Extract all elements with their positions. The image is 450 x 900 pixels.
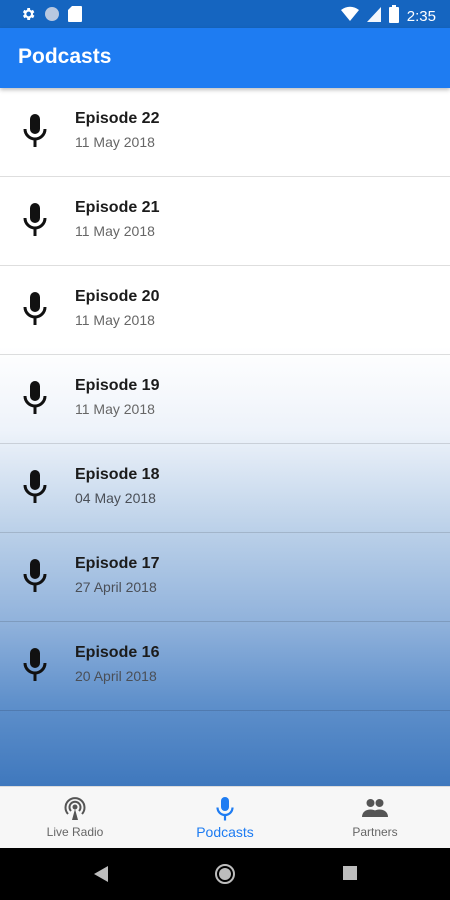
microphone-icon: [22, 648, 48, 682]
episode-title: Episode 22: [75, 110, 160, 127]
wifi-icon: [340, 6, 359, 27]
microphone-icon: [22, 470, 48, 504]
nav-label: Live Radio: [46, 825, 104, 839]
episode-date: 04 May 2018: [75, 490, 156, 506]
episode-title: Episode 20: [75, 288, 160, 305]
gear-icon: [20, 6, 36, 27]
list-item[interactable]: Episode 20 11 May 2018: [0, 266, 450, 355]
home-icon[interactable]: [214, 863, 236, 890]
episode-date: 11 May 2018: [75, 134, 155, 150]
circle-icon: [44, 6, 60, 27]
list-item[interactable]: Episode 22 11 May 2018: [0, 88, 450, 177]
list-item[interactable]: Episode 18 04 May 2018: [0, 444, 450, 533]
episode-title: Episode 19: [75, 377, 160, 394]
app-bar: Podcasts: [0, 28, 450, 88]
episode-date: 11 May 2018: [75, 312, 155, 328]
sd-card-icon: [68, 6, 82, 27]
episode-date: 11 May 2018: [75, 401, 155, 417]
system-navigation-bar: [0, 848, 450, 900]
people-icon: [362, 797, 388, 824]
nav-item-partners[interactable]: Partners: [300, 787, 450, 849]
back-icon[interactable]: [92, 864, 110, 889]
episode-title: Episode 17: [75, 555, 160, 572]
microphone-icon: [22, 203, 48, 237]
list-item[interactable]: Episode 17 27 April 2018: [0, 533, 450, 622]
battery-icon: [388, 5, 399, 28]
microphone-icon: [22, 114, 48, 148]
cell-signal-icon: [366, 6, 381, 27]
microphone-icon: [22, 381, 48, 415]
nav-item-live-radio[interactable]: Live Radio: [0, 787, 150, 849]
nav-label: Partners: [352, 825, 398, 839]
page-title: Podcasts: [18, 45, 112, 68]
episode-title: Episode 21: [75, 199, 160, 216]
episode-date: 20 April 2018: [75, 668, 157, 684]
radio-tower-icon: [63, 797, 87, 826]
status-bar: 2:35: [0, 0, 450, 28]
nav-label: Podcasts: [196, 824, 254, 840]
microphone-icon: [22, 559, 48, 593]
bottom-navigation: Live Radio Podcasts Partners: [0, 786, 450, 849]
recents-icon[interactable]: [343, 866, 357, 885]
list-item[interactable]: Episode 19 11 May 2018: [0, 355, 450, 444]
episode-title: Episode 16: [75, 644, 160, 661]
status-time: 2:35: [406, 8, 436, 25]
status-system: 2:35: [340, 5, 436, 28]
status-notifications: [20, 6, 82, 27]
episode-list[interactable]: Episode 22 11 May 2018 Episode 21 11 May…: [0, 88, 450, 786]
episode-title: Episode 18: [75, 466, 160, 483]
list-item[interactable]: Episode 21 11 May 2018: [0, 177, 450, 266]
nav-item-podcasts[interactable]: Podcasts: [150, 787, 300, 849]
episode-date: 27 April 2018: [75, 579, 157, 595]
list-item[interactable]: Episode 16 20 April 2018: [0, 622, 450, 711]
episode-date: 11 May 2018: [75, 223, 155, 239]
microphone-icon: [215, 797, 235, 826]
microphone-icon: [22, 292, 48, 326]
